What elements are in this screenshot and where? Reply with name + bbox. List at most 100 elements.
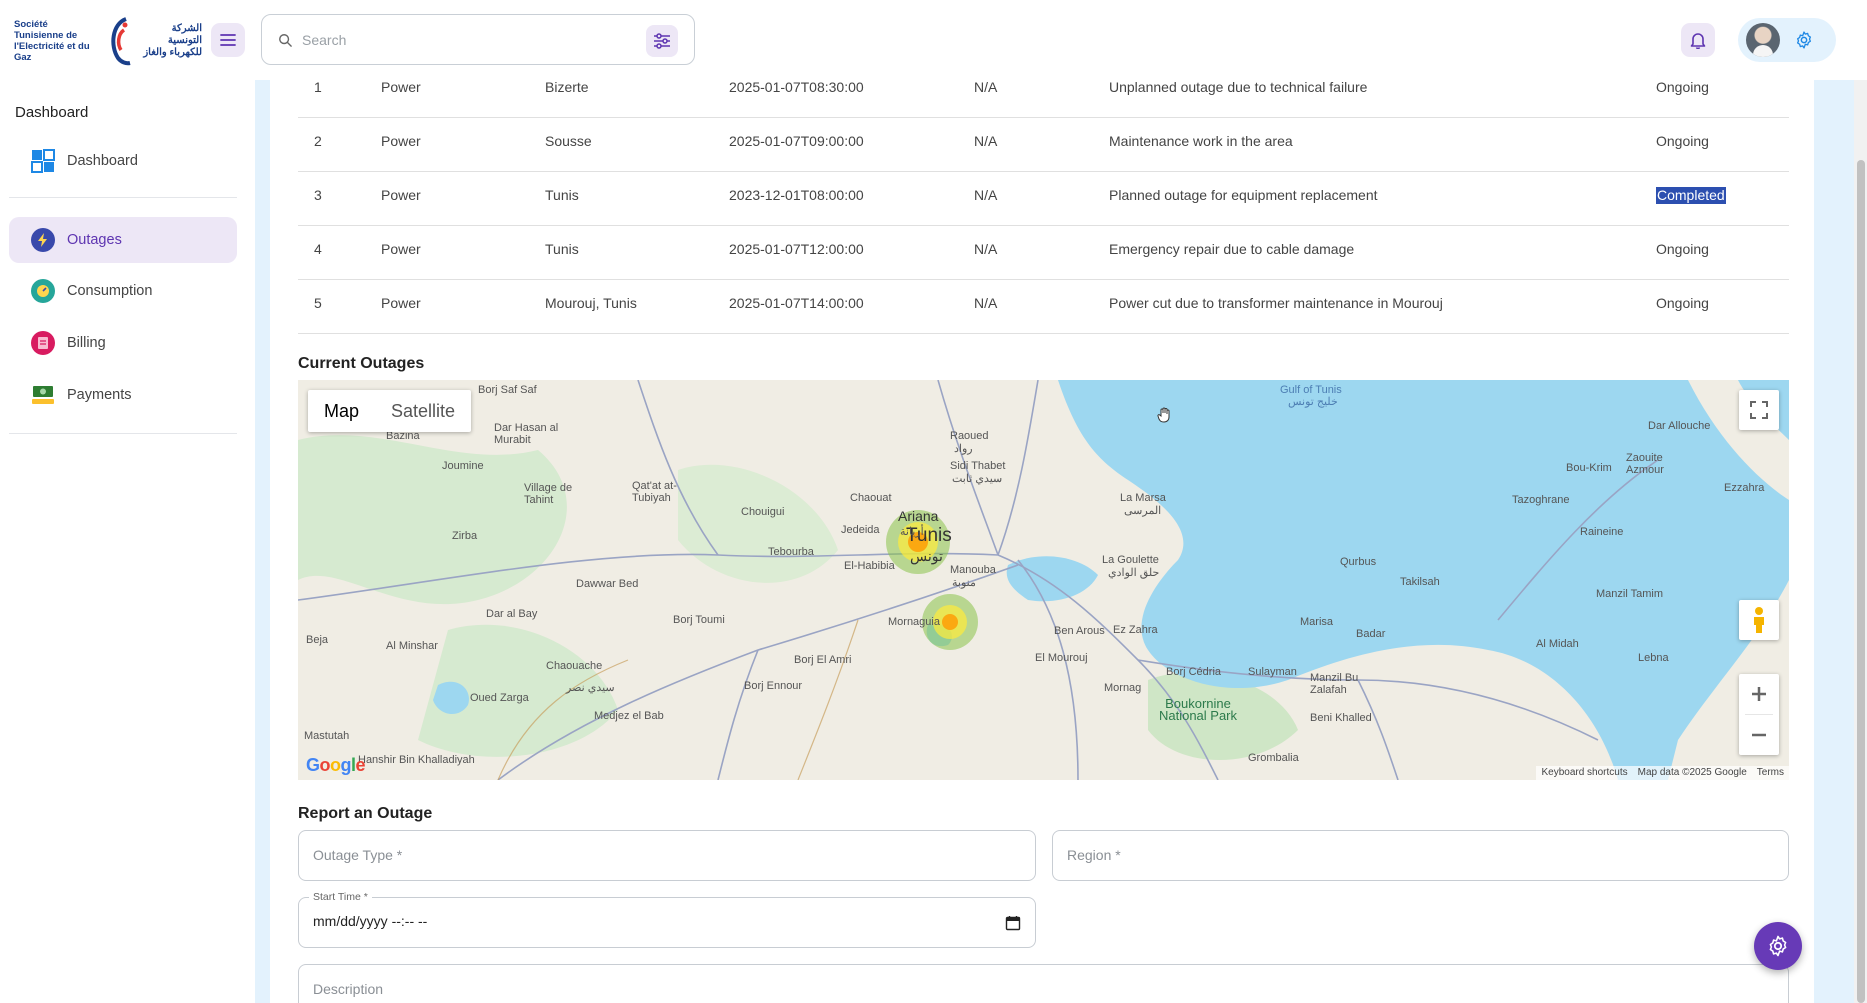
region-placeholder: Region * (1067, 847, 1121, 863)
outage-icon (31, 228, 55, 252)
profile-menu-button[interactable] (1738, 18, 1836, 62)
map-label-beja: Beja (306, 634, 329, 646)
map-type-toggle: Map Satellite (308, 390, 472, 432)
logo-mark-icon (106, 16, 132, 66)
start-time-label: Start Time * (309, 891, 372, 903)
cell-start-time: 2025-01-07T14:00:00 (729, 295, 864, 311)
search-input[interactable] (302, 31, 632, 48)
cell-type: Power (381, 241, 421, 257)
cell-id: 4 (314, 241, 322, 257)
cell-status: Ongoing (1656, 79, 1709, 95)
map-label-ez-zahra: Ez Zahra (1113, 624, 1158, 636)
sidebar-item-outages[interactable]: Outages (9, 217, 237, 263)
cell-id: 3 (314, 187, 322, 203)
cell-end-time: N/A (974, 79, 998, 95)
map-label-el-habibia: El-Habibia (844, 560, 895, 572)
menu-toggle-button[interactable] (211, 23, 245, 57)
sidebar-item-payments[interactable]: Payments (9, 372, 237, 418)
map-label-beni-khalled: Beni Khalled (1310, 712, 1372, 724)
cell-region: Bizerte (545, 79, 589, 95)
sidebar-item-consumption[interactable]: Consumption (9, 268, 237, 314)
grab-cursor-icon (1157, 407, 1170, 423)
map-label-al-minshar: Al Minshar (386, 640, 438, 652)
map-label-joumine: Joumine (442, 460, 484, 472)
keyboard-shortcuts-link[interactable]: Keyboard shortcuts (1536, 766, 1632, 780)
cell-region: Sousse (545, 133, 592, 149)
map-label-sidi-nasr-ar: سيدي نصر (566, 682, 615, 694)
map-label-ariana-ar: أريانة (900, 526, 924, 538)
map-label-sidi-thabet-ar: سيدي ثابت (952, 473, 1003, 485)
map-label-chouigui: Chouigui (741, 506, 785, 518)
outage-type-select[interactable]: Outage Type * (298, 830, 1036, 881)
map-label-medjez: Medjez el Bab (594, 710, 664, 722)
cell-start-time: 2025-01-07T08:30:00 (729, 79, 864, 95)
search-filter-button[interactable] (646, 25, 678, 57)
gear-icon (1769, 935, 1787, 957)
map-label-dar-al-bay: Dar al Bay (486, 608, 538, 620)
outage-type-placeholder: Outage Type * (313, 847, 403, 863)
map-label-dawwar-bed: Dawwar Bed (576, 578, 639, 590)
map-label-takilsah: Takilsah (1400, 576, 1440, 588)
map-label-qatat: Qat'at at-Tubiyah (632, 480, 677, 504)
map-label-village-tahint: Village de Tahint (524, 482, 573, 506)
search-bar[interactable] (261, 14, 695, 65)
map-label-la-marsa: La Marsa (1120, 492, 1166, 504)
map-label-tunis-ar: تونس (910, 548, 943, 564)
notifications-button[interactable] (1681, 23, 1715, 57)
cell-description: Maintenance work in the area (1109, 133, 1293, 149)
map-label-raoued-ar: رواد (954, 443, 973, 455)
cell-region: Tunis (545, 187, 579, 203)
table-row[interactable]: 3 Power Tunis 2023-12-01T08:00:00 N/A Pl… (298, 172, 1789, 226)
sidebar-divider (9, 197, 237, 198)
sidebar-item-label: Payments (67, 387, 132, 403)
table-row[interactable]: 5 Power Mourouj, Tunis 2025-01-07T14:00:… (298, 280, 1789, 334)
table-row[interactable]: 4 Power Tunis 2025-01-07T12:00:00 N/A Em… (298, 226, 1789, 280)
sidebar-item-label: Outages (67, 232, 122, 248)
map-label-gulf-ar: خليج تونس (1288, 396, 1338, 408)
description-field[interactable]: Description (298, 964, 1789, 1003)
map-label-sulayman: Sulayman (1248, 666, 1297, 678)
map-label-borj-el-amri: Borj El Amri (794, 654, 852, 666)
sidebar-item-dashboard[interactable]: Dashboard (9, 138, 237, 184)
zoom-in-button[interactable] (1739, 674, 1779, 714)
map-label-ben-arous: Ben Arous (1054, 625, 1105, 637)
dashboard-grid-icon (31, 149, 55, 173)
fullscreen-button[interactable] (1739, 390, 1779, 430)
map-label-bou-krim: Bou-Krim (1566, 462, 1612, 474)
calendar-icon[interactable] (1005, 915, 1021, 931)
map-label-la-goulette: La Goulette (1102, 554, 1159, 566)
sidebar-item-billing[interactable]: Billing (9, 320, 237, 366)
logo-text-ar: الشركة التونسية للكهرباء والغاز (143, 23, 202, 58)
map-label-sidi-thabet: Sidi Thabet (950, 460, 1006, 472)
region-select[interactable]: Region * (1052, 830, 1789, 881)
cell-region: Mourouj, Tunis (545, 295, 637, 311)
cell-status: Ongoing (1656, 133, 1709, 149)
bell-icon (1690, 33, 1706, 49)
table-row[interactable]: 1 Power Bizerte 2025-01-07T08:30:00 N/A … (298, 64, 1789, 118)
settings-fab[interactable] (1754, 922, 1802, 970)
cell-description: Power cut due to transformer maintenance… (1109, 295, 1443, 311)
map-label-tazoghrane: Tazoghrane (1512, 494, 1570, 506)
outages-map[interactable]: Tunis تونس Ariana أريانة Raoued رواد La … (298, 380, 1789, 780)
zoom-out-button[interactable] (1739, 715, 1779, 755)
billing-icon (31, 331, 55, 355)
cell-status-selected: Completed (1656, 187, 1726, 204)
map-type-satellite-button[interactable]: Satellite (375, 390, 471, 432)
cell-start-time: 2023-12-01T08:00:00 (729, 187, 864, 203)
street-view-button[interactable] (1739, 600, 1779, 640)
map-type-map-button[interactable]: Map (308, 390, 375, 432)
terms-link[interactable]: Terms (1752, 766, 1789, 780)
cell-status: Ongoing (1656, 295, 1709, 311)
start-time-field[interactable]: Start Time * mm/dd/yyyy --:-- -- (298, 891, 1036, 948)
sidebar-section-caption: Dashboard (15, 104, 89, 121)
map-label-borj-saf: Borj Saf Saf (478, 384, 537, 396)
sidebar: Dashboard Dashboard Outages Consumption … (0, 80, 255, 1003)
page-scrollbar-thumb[interactable] (1857, 160, 1865, 1003)
map-label-jedeida: Jedeida (841, 524, 880, 536)
logo-text-fr: Société Tunisienne de l'Electricité et d… (14, 19, 90, 63)
sidebar-item-label: Billing (67, 335, 106, 351)
table-row[interactable]: 2 Power Sousse 2025-01-07T09:00:00 N/A M… (298, 118, 1789, 172)
steg-logo[interactable]: Société Tunisienne de l'Electricité et d… (14, 14, 202, 68)
cell-id: 5 (314, 295, 322, 311)
map-label-qurbus: Qurbus (1340, 556, 1377, 568)
